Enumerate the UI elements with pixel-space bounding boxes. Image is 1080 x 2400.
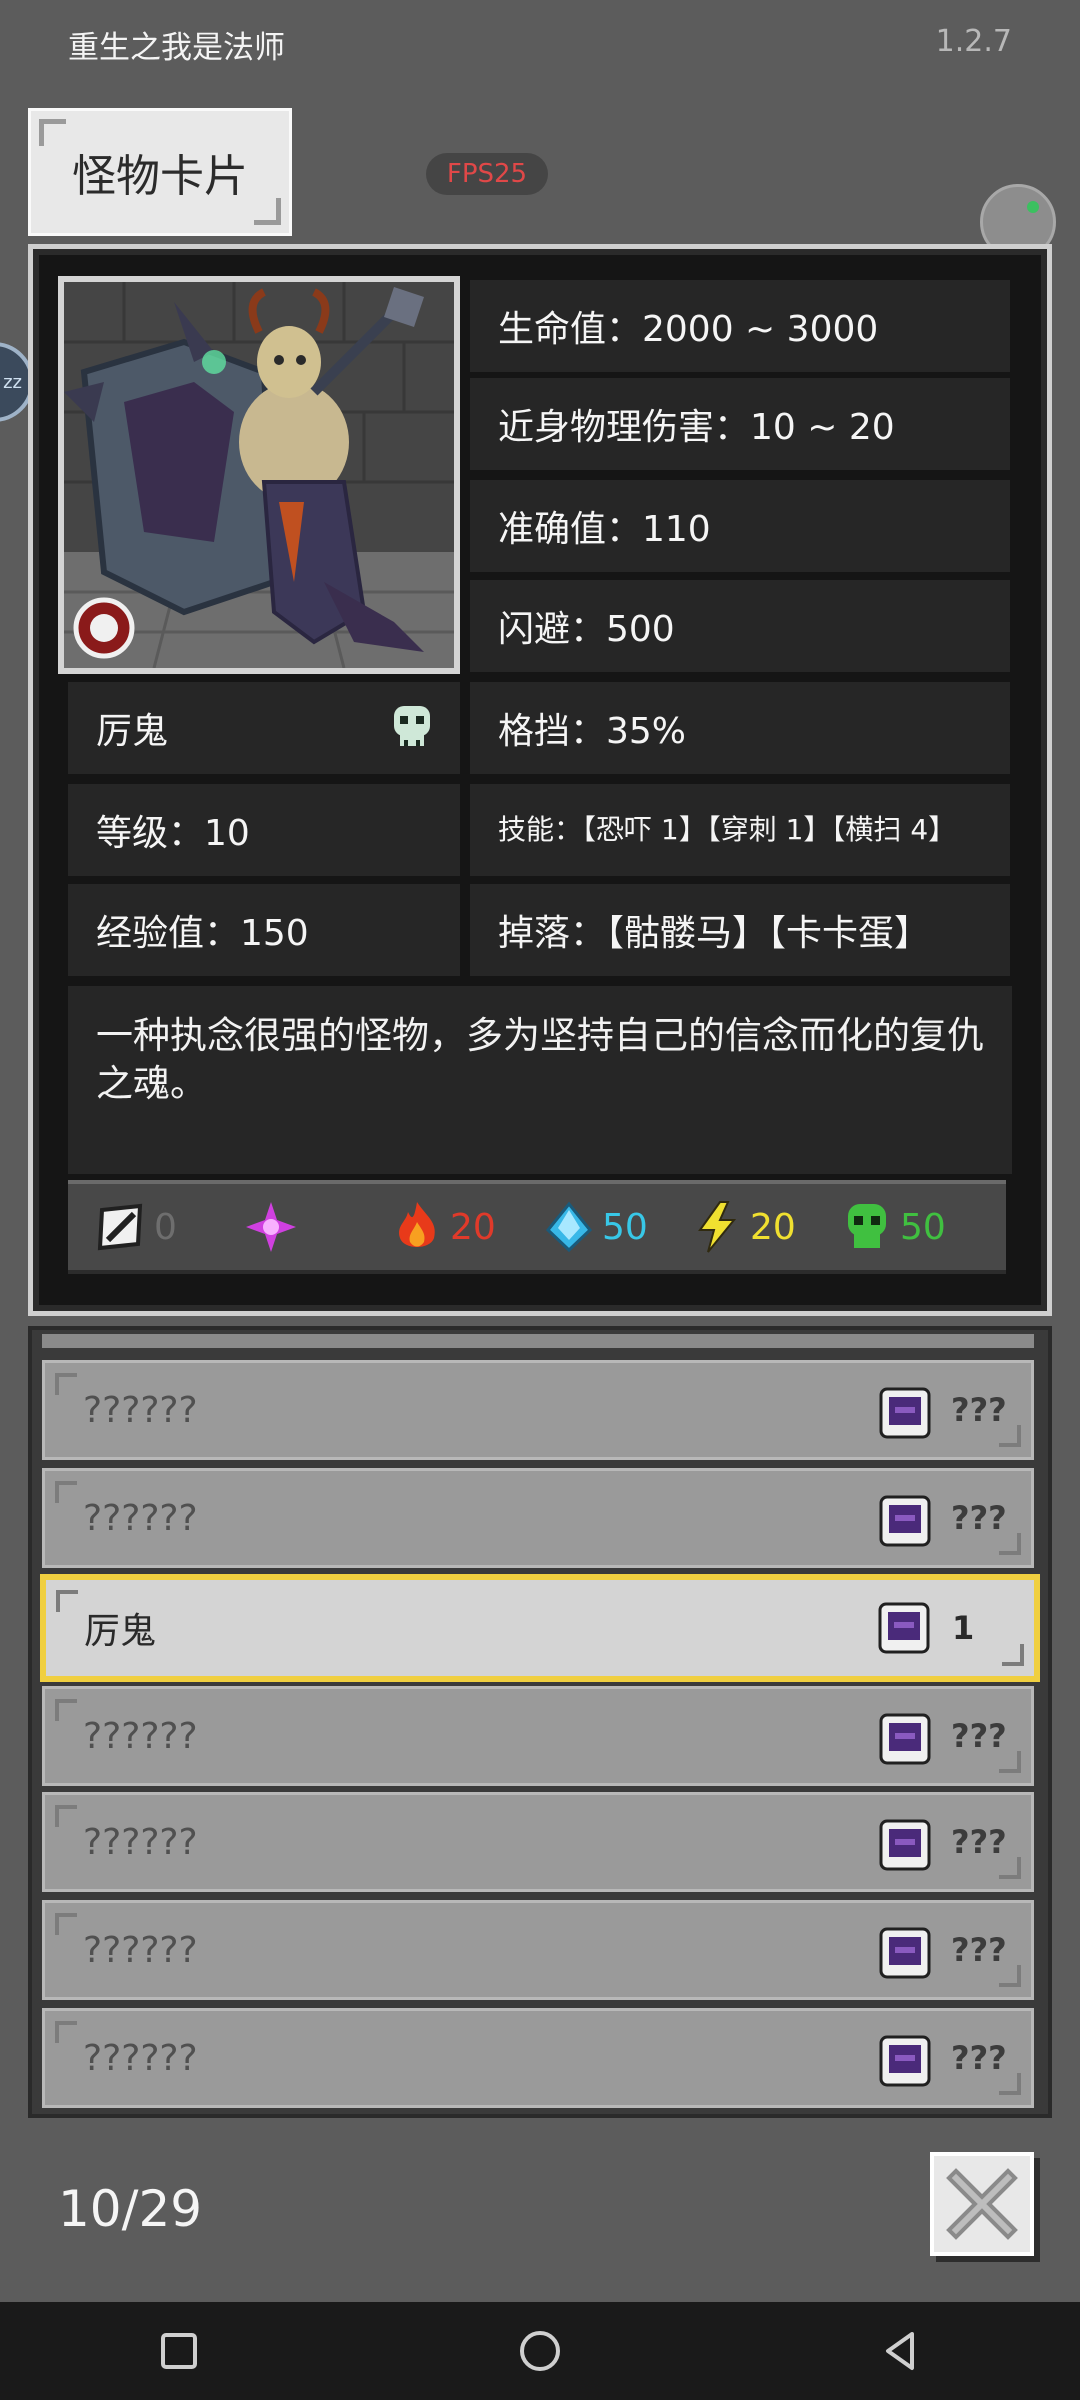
resistance-ice: 50 bbox=[542, 1184, 648, 1270]
app-version: 1.2.7 bbox=[935, 24, 1012, 59]
resistance-arcane bbox=[244, 1184, 304, 1270]
stat-exp: 经验值：150 bbox=[68, 884, 460, 976]
resistance-bar: 0 20 50 20 50 bbox=[68, 1180, 1006, 1274]
list-item-count: ??? bbox=[951, 1823, 1007, 1861]
ice-crystal-icon bbox=[545, 1201, 593, 1253]
fire-icon bbox=[399, 1202, 435, 1247]
stat-dodge: 闪避：500 bbox=[470, 580, 1010, 672]
recents-icon[interactable] bbox=[154, 2326, 204, 2376]
stat-skills: 技能：【恐吓 1】【穿刺 1】【横扫 4】 bbox=[470, 784, 1010, 876]
resistance-lightning-value: 20 bbox=[750, 1206, 796, 1248]
card-icon bbox=[878, 1602, 930, 1654]
stat-block: 格挡：35% bbox=[470, 682, 1010, 774]
back-icon[interactable] bbox=[876, 2326, 926, 2376]
tab-monster-cards[interactable]: 怪物卡片 bbox=[28, 108, 292, 236]
list-partial-row bbox=[42, 1334, 1034, 1348]
list-item[interactable]: ?????? ??? bbox=[42, 1468, 1034, 1568]
app-title: 重生之我是法师 bbox=[68, 30, 285, 66]
list-item-count: ??? bbox=[951, 1931, 1007, 1969]
close-icon bbox=[946, 2168, 1018, 2240]
list-item-name: ?????? bbox=[83, 1821, 198, 1863]
list-item[interactable]: ?????? ??? bbox=[42, 1900, 1034, 2000]
stat-level: 等级：10 bbox=[68, 784, 460, 876]
monster-name-cell: 厉鬼 bbox=[68, 682, 460, 774]
list-item-name: ?????? bbox=[83, 1497, 198, 1539]
fps-badge: FPS25 bbox=[426, 153, 548, 195]
home-icon[interactable] bbox=[515, 2326, 565, 2376]
skull-icon bbox=[394, 706, 430, 746]
lightning-icon bbox=[698, 1201, 737, 1253]
monster-name: 厉鬼 bbox=[96, 711, 169, 752]
monster-portrait-image bbox=[64, 282, 454, 668]
list-item[interactable]: ?????? ??? bbox=[42, 2008, 1034, 2108]
list-item-name: ?????? bbox=[83, 2037, 198, 2079]
stat-drops: 掉落：【骷髅马】【卡卡蛋】 bbox=[470, 884, 1010, 976]
list-item-name: 厉鬼 bbox=[84, 1611, 157, 1652]
list-item-count: 1 bbox=[952, 1609, 975, 1647]
list-item-count: ??? bbox=[951, 1391, 1007, 1429]
resistance-ice-value: 50 bbox=[602, 1206, 648, 1248]
arcane-star-icon bbox=[246, 1202, 296, 1252]
tab-label: 怪物卡片 bbox=[72, 151, 248, 202]
list-item[interactable]: ?????? ??? bbox=[42, 1686, 1034, 1786]
system-nav-bar bbox=[0, 2302, 1080, 2400]
close-button[interactable] bbox=[930, 2152, 1034, 2256]
list-item[interactable]: ?????? ??? bbox=[42, 1792, 1034, 1892]
card-icon bbox=[879, 1713, 931, 1765]
physical-shield-icon bbox=[97, 1203, 143, 1251]
list-item-count: ??? bbox=[951, 1499, 1007, 1537]
list-item[interactable]: ?????? ??? bbox=[42, 1360, 1034, 1460]
resistance-fire-value: 20 bbox=[450, 1206, 496, 1248]
resistance-physical: 0 bbox=[94, 1184, 177, 1270]
list-item-name: ?????? bbox=[83, 1389, 198, 1431]
resistance-physical-value: 0 bbox=[154, 1206, 177, 1248]
resistance-fire: 20 bbox=[390, 1184, 496, 1270]
side-ball-label: zz bbox=[3, 371, 22, 393]
monster-portrait bbox=[58, 276, 460, 674]
card-icon bbox=[879, 1387, 931, 1439]
card-icon bbox=[879, 2035, 931, 2087]
resistance-poison-value: 50 bbox=[900, 1206, 946, 1248]
monster-description: 一种执念很强的怪物，多为坚持自己的信念而化的复仇之魂。 bbox=[68, 986, 1012, 1174]
stat-melee-damage: 近身物理伤害：10 ~ 20 bbox=[470, 378, 1010, 470]
resistance-lightning: 20 bbox=[690, 1184, 796, 1270]
resistance-poison: 50 bbox=[840, 1184, 946, 1270]
page-counter: 10/29 bbox=[58, 2180, 203, 2238]
list-item-name: ?????? bbox=[83, 1715, 198, 1757]
list-item-count: ??? bbox=[951, 2039, 1007, 2077]
card-icon bbox=[879, 1927, 931, 1979]
list-item-name: ?????? bbox=[83, 1929, 198, 1971]
card-icon bbox=[879, 1819, 931, 1871]
stat-hp: 生命值：2000 ~ 3000 bbox=[470, 280, 1010, 372]
list-item-selected[interactable]: 厉鬼 1 bbox=[40, 1574, 1040, 1682]
card-icon bbox=[879, 1495, 931, 1547]
stat-accuracy: 准确值：110 bbox=[470, 480, 1010, 572]
poison-skull-icon bbox=[848, 1204, 886, 1248]
list-item-count: ??? bbox=[951, 1717, 1007, 1755]
status-dot-icon bbox=[1027, 201, 1039, 213]
